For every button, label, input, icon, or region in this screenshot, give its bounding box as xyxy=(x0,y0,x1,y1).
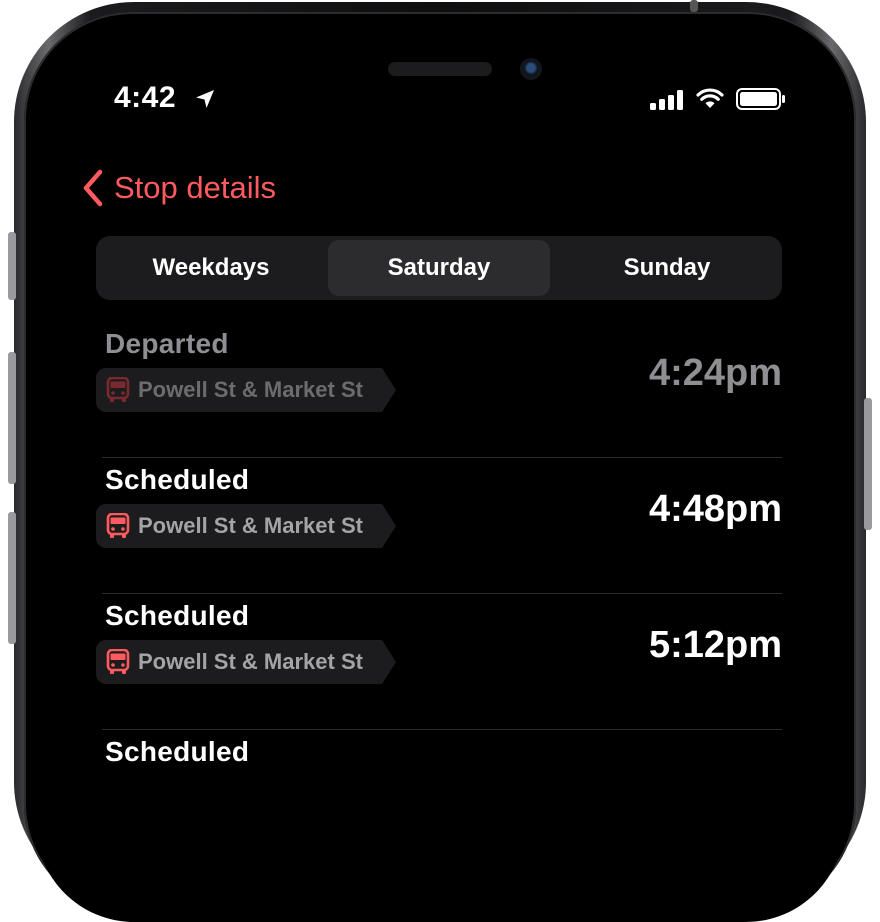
bus-icon xyxy=(106,649,130,674)
back-label: Stop details xyxy=(114,170,276,205)
departure-row[interactable]: Departed Powell St & Market St 4:24pm xyxy=(96,322,782,458)
stop-tag: Powell St & Market St xyxy=(96,368,396,412)
power-button xyxy=(864,398,872,530)
volume-up-button xyxy=(8,352,16,484)
antenna-line xyxy=(690,0,698,12)
stop-tag: Powell St & Market St xyxy=(96,504,396,548)
departure-row[interactable]: Scheduled Powell St & Market St 4:48pm xyxy=(96,458,782,594)
stop-label: Powell St & Market St xyxy=(138,513,363,538)
stop-tag: Powell St & Market St xyxy=(96,640,396,684)
bus-icon xyxy=(106,377,130,402)
departure-status: Departed xyxy=(105,328,229,359)
departure-time: 4:48pm xyxy=(648,488,782,530)
stop-label: Powell St & Market St xyxy=(138,649,363,674)
wifi-icon xyxy=(696,88,724,108)
earpiece-speaker xyxy=(388,62,492,76)
departure-status: Scheduled xyxy=(105,600,250,631)
departure-time: 5:12pm xyxy=(648,624,782,666)
departure-status: Scheduled xyxy=(105,736,250,767)
departure-row[interactable]: Scheduled Powell St & Market St 5:12pm xyxy=(96,594,782,730)
back-button[interactable]: Stop details xyxy=(80,166,276,210)
status-bar: 4:42 xyxy=(36,80,844,116)
screen: 4:42 Stop details Weekdays Saturday Sund… xyxy=(36,22,844,922)
tab-saturday[interactable]: Saturday xyxy=(328,240,550,296)
battery-icon xyxy=(736,88,785,110)
bus-icon xyxy=(106,513,130,538)
departure-time: 4:24pm xyxy=(648,352,782,394)
volume-down-button xyxy=(8,512,16,644)
departure-status: Scheduled xyxy=(105,464,250,495)
departure-row[interactable]: Scheduled xyxy=(96,730,782,866)
cellular-signal-icon xyxy=(650,90,683,110)
day-segmented-control: Weekdays Saturday Sunday xyxy=(96,236,782,300)
tab-sunday[interactable]: Sunday xyxy=(556,240,778,296)
front-camera xyxy=(520,58,542,80)
tab-weekdays[interactable]: Weekdays xyxy=(100,240,322,296)
mute-switch xyxy=(8,232,16,300)
status-time: 4:42 xyxy=(114,81,177,114)
chevron-left-icon xyxy=(83,169,103,207)
location-arrow-icon xyxy=(196,90,214,108)
stop-label: Powell St & Market St xyxy=(138,377,363,402)
